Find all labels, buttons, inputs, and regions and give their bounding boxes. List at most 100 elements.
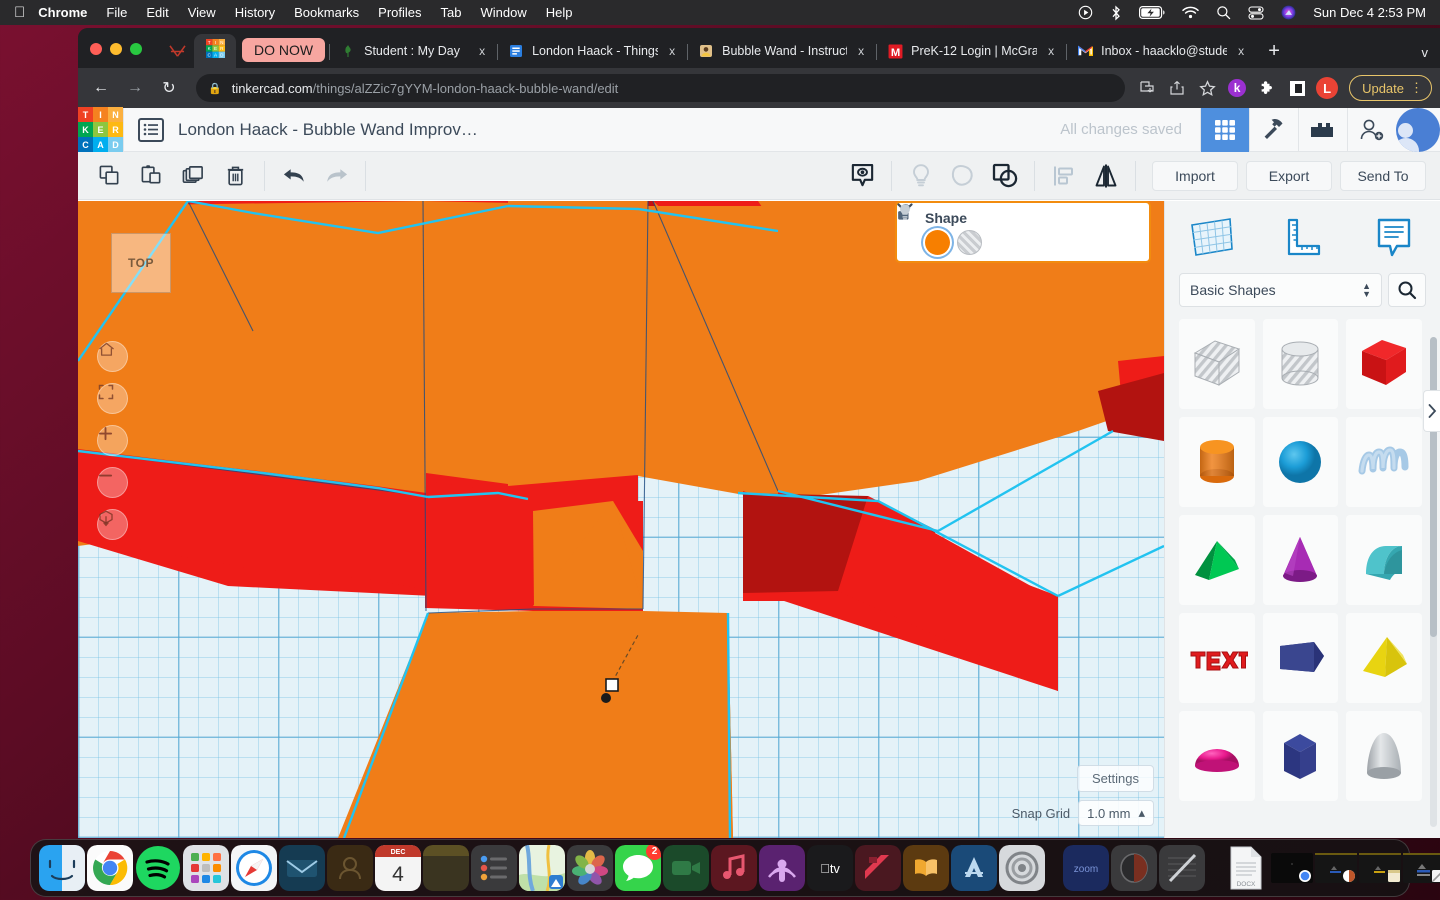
dock-item-keynote[interactable] — [1111, 845, 1157, 891]
import-button[interactable]: Import — [1152, 160, 1238, 191]
dock-item-reminders[interactable] — [471, 845, 517, 891]
shape-pyramid[interactable] — [1179, 515, 1255, 605]
extensions-puzzle-icon[interactable] — [1253, 74, 1281, 102]
dock-item-podcasts[interactable] — [759, 845, 805, 891]
reload-button[interactable]: ↻ — [154, 73, 184, 103]
dock-item-books[interactable] — [903, 845, 949, 891]
shape-category-select[interactable]: Basic Shapes ▲ ▼ — [1179, 273, 1382, 307]
dock-window-pages[interactable] — [1403, 845, 1440, 891]
panel-collapse-handle[interactable] — [1423, 390, 1440, 432]
user-avatar[interactable] — [1396, 107, 1440, 152]
shape-cylinder-hole[interactable] — [1262, 319, 1339, 409]
dock-item-finder[interactable] — [39, 845, 85, 891]
tab-london-haack-things[interactable]: London Haack - Things x — [497, 34, 687, 68]
bookmark-icon-red[interactable] — [160, 34, 194, 68]
redo-arrow-icon[interactable] — [315, 155, 357, 197]
codeblocks-button[interactable] — [1249, 107, 1298, 152]
notes-icon[interactable] — [1348, 201, 1440, 273]
dock-window-notes[interactable] — [1359, 845, 1401, 891]
lightbulb-icon[interactable] — [900, 155, 942, 197]
shape-wedge[interactable] — [1262, 613, 1339, 703]
invite-button[interactable] — [1347, 107, 1396, 152]
zoom-in-button[interactable] — [97, 425, 128, 456]
shape-pyramid-yellow[interactable] — [1346, 613, 1422, 703]
menu-item-bookmarks[interactable]: Bookmarks — [294, 5, 359, 20]
tab-inbox-gmail[interactable]: Inbox - haacklo@stude x — [1066, 34, 1256, 68]
bluetooth-icon[interactable] — [1110, 5, 1122, 21]
pinned-tab-tinkercad[interactable]: T I N K E R C A D — [194, 34, 236, 68]
forward-button[interactable]: → — [120, 73, 150, 103]
tab-student-my-day[interactable]: Student : My Day x — [329, 34, 497, 68]
dock-item-chrome[interactable] — [87, 845, 133, 891]
hole-swatch[interactable] — [957, 229, 982, 255]
shape-cylinder[interactable] — [1179, 417, 1255, 507]
home-view-button[interactable] — [97, 341, 128, 372]
menu-item-tab[interactable]: Tab — [441, 5, 462, 20]
view-cube[interactable]: TOP — [111, 233, 171, 293]
dock-item-mail[interactable] — [279, 845, 325, 891]
ungroup-shape-icon[interactable] — [984, 155, 1026, 197]
ruler-icon[interactable] — [1257, 201, 1349, 273]
dock-file-docx[interactable]: DOCX — [1223, 845, 1269, 891]
bookmark-do-now[interactable]: DO NOW — [242, 38, 326, 62]
menu-item-history[interactable]: History — [235, 5, 275, 20]
install-icon[interactable] — [1133, 74, 1161, 102]
back-button[interactable]: ← — [86, 73, 116, 103]
dock-item-appstore[interactable] — [951, 845, 997, 891]
dock-item-appletv[interactable]: tv — [807, 845, 853, 891]
tab-prek12-mcgraw[interactable]: M PreK-12 Login | McGraw x — [876, 34, 1066, 68]
3d-workspace-canvas[interactable]: TOP Shape Settings Snap Grid 1.0 mm ▴ — [78, 201, 1164, 838]
battery-charging-icon[interactable] — [1139, 6, 1165, 19]
solid-color-swatch[interactable] — [925, 229, 950, 255]
maximize-window-button[interactable] — [130, 43, 142, 55]
wifi-icon[interactable] — [1182, 6, 1200, 19]
dock-window-keynote[interactable] — [1315, 845, 1357, 891]
dock-item-zoom[interactable]: zoom — [1063, 845, 1109, 891]
dock-item-messages[interactable]: 2 — [615, 845, 661, 891]
dock-item-photos[interactable] — [567, 845, 613, 891]
tab-close-button[interactable]: x — [1233, 44, 1249, 58]
shape-roof[interactable] — [1346, 515, 1422, 605]
dock-item-safari[interactable] — [231, 845, 277, 891]
cube-perspective-icon[interactable] — [97, 509, 128, 540]
share-icon[interactable] — [1163, 74, 1191, 102]
workplane-icon[interactable] — [1165, 201, 1257, 273]
update-button[interactable]: Update ⋮ — [1349, 75, 1432, 101]
user-account-icon[interactable] — [1281, 5, 1296, 20]
menu-item-help[interactable]: Help — [546, 5, 573, 20]
dock-item-facetime[interactable] — [663, 845, 709, 891]
menu-bar-clock[interactable]: Sun Dec 4 2:53 PM — [1313, 5, 1426, 20]
menu-item-profiles[interactable]: Profiles — [378, 5, 421, 20]
trash-icon[interactable] — [214, 155, 256, 197]
send-to-button[interactable]: Send To — [1340, 160, 1426, 191]
shape-box-hole[interactable] — [1179, 319, 1255, 409]
close-window-button[interactable] — [90, 43, 102, 55]
dock-item-calendar[interactable]: DEC 4 — [375, 845, 421, 891]
dock-item-pages[interactable] — [1159, 845, 1205, 891]
dock-item-system-preferences[interactable] — [999, 845, 1045, 891]
chrome-menu-icon[interactable]: ⋮ — [1410, 80, 1423, 96]
search-icon[interactable] — [1216, 5, 1231, 20]
tinkercad-logo[interactable]: T I N K E R C A D — [78, 107, 123, 152]
menu-item-window[interactable]: Window — [481, 5, 527, 20]
copy-button[interactable] — [88, 155, 130, 197]
tab-close-button[interactable]: x — [1043, 44, 1059, 58]
dock-item-notes[interactable] — [423, 845, 469, 891]
apple-menu-icon[interactable]:  — [14, 5, 25, 20]
snap-grid-dropdown[interactable]: 1.0 mm ▴ — [1078, 800, 1154, 826]
address-bar[interactable]: 🔒 tinkercad.com/things/alZZic7gYYM-londo… — [196, 74, 1126, 102]
paste-button[interactable] — [130, 155, 172, 197]
workspace-settings-button[interactable]: Settings — [1077, 765, 1154, 792]
dock-window-chrome[interactable] — [1271, 845, 1313, 891]
tab-close-button[interactable]: x — [664, 44, 680, 58]
control-center-icon[interactable] — [1248, 5, 1264, 20]
shape-polygon[interactable] — [1262, 711, 1339, 801]
shape-sphere[interactable] — [1262, 417, 1339, 507]
export-button[interactable]: Export — [1246, 160, 1332, 191]
shape-half-sphere[interactable] — [1179, 711, 1255, 801]
shape-text[interactable] — [1179, 613, 1255, 703]
scrollbar-thumb[interactable] — [1430, 337, 1437, 637]
align-icon[interactable] — [1043, 155, 1085, 197]
side-panel-icon[interactable] — [1283, 74, 1311, 102]
fit-view-button[interactable] — [97, 383, 128, 414]
